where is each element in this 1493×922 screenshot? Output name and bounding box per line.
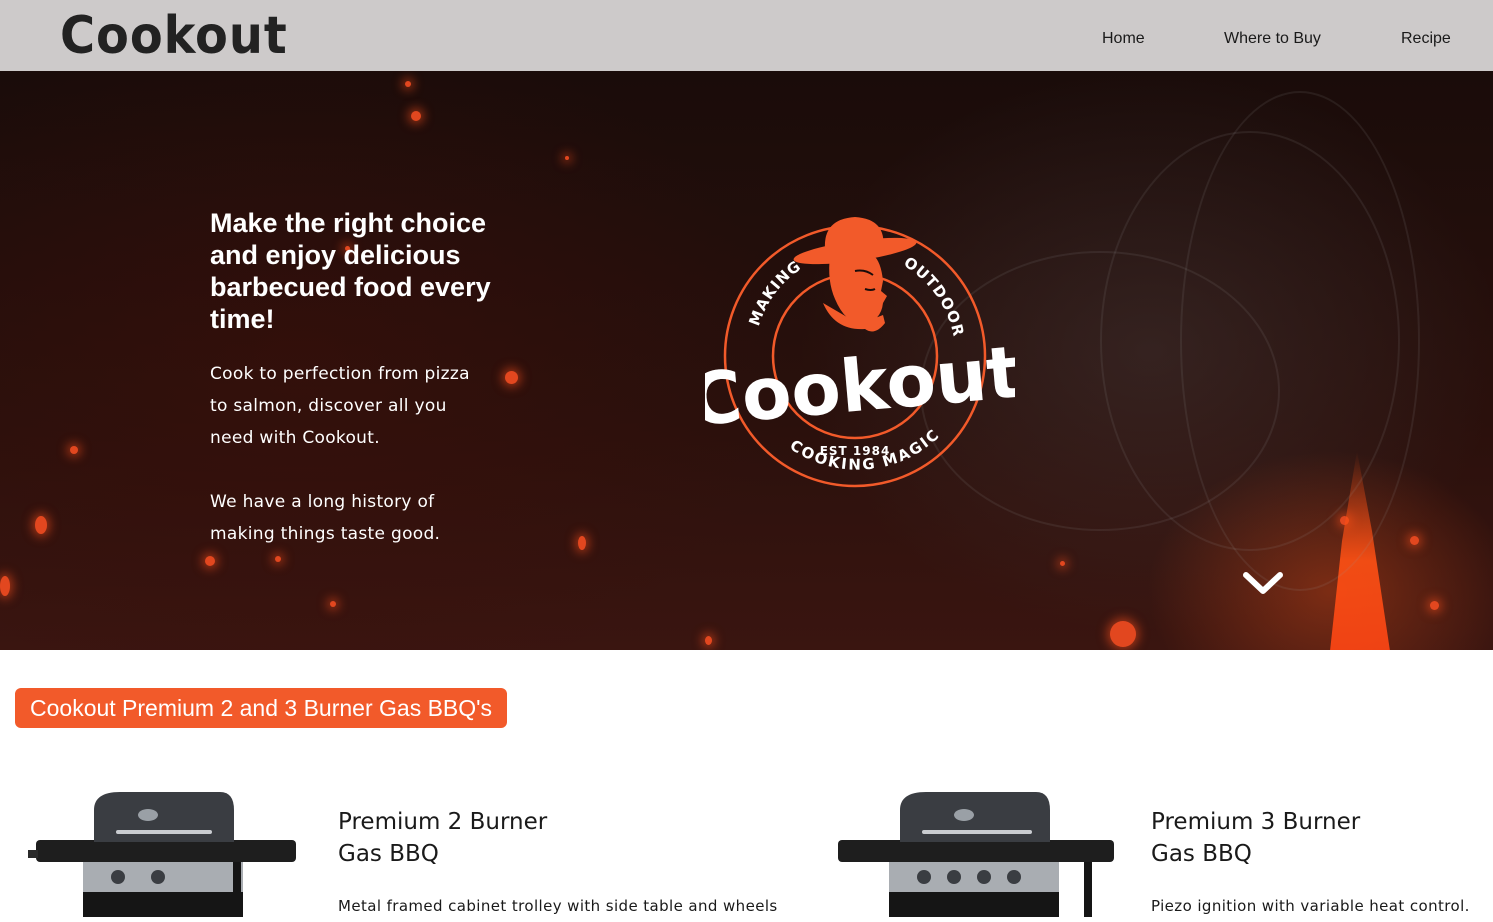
brand-logo[interactable]: Cookout [60, 4, 288, 68]
ember [405, 81, 411, 87]
emblem-arc-left: MAKING [745, 257, 804, 328]
ember [705, 636, 712, 645]
ember [35, 516, 47, 534]
nav-recipe[interactable]: Recipe [1401, 29, 1451, 49]
nav-where-to-buy[interactable]: Where to Buy [1224, 29, 1321, 49]
ember [578, 536, 586, 550]
hero-paragraph: Cook to perfection from pizza to salmon,… [210, 364, 470, 448]
product-description: Metal framed cabinet trolley with side t… [338, 897, 778, 915]
ember [70, 446, 78, 454]
product-title: Premium 2 Burner Gas BBQ [338, 806, 598, 870]
ember [411, 111, 421, 121]
emblem-graphic: MAKING OUTDOOR COOKING MAGIC Cookout EST… [686, 217, 1024, 488]
ember [275, 556, 281, 562]
ember [1410, 536, 1419, 545]
ember [1060, 561, 1065, 566]
cookout-emblem: MAKING OUTDOOR COOKING MAGIC Cookout EST… [686, 211, 1024, 511]
chevron-down-icon[interactable] [1240, 566, 1286, 600]
hero-banner: Make the right choice and enjoy deliciou… [0, 71, 1493, 650]
product-image-3-burner[interactable] [834, 790, 1114, 917]
emblem-est: EST 1984 [820, 444, 891, 458]
ember [205, 556, 215, 566]
ember [505, 371, 518, 384]
product-title-line: Gas BBQ [1151, 841, 1252, 867]
emblem-wordmark: Cookout [705, 330, 1015, 443]
section-badge: Cookout Premium 2 and 3 Burner Gas BBQ's [15, 688, 508, 728]
product-title-line: Premium 3 Burner [1151, 809, 1361, 835]
hero-paragraph: We have a long history of making things … [210, 492, 441, 544]
product-description: Piezo ignition with variable heat contro… [1151, 897, 1470, 915]
ember [1430, 601, 1439, 610]
ember [330, 601, 336, 607]
product-title-line: Premium 2 Burner [338, 809, 548, 835]
ember [0, 576, 10, 596]
nav-home[interactable]: Home [1102, 29, 1145, 49]
ember [1110, 621, 1136, 647]
product-title-line: Gas BBQ [338, 841, 439, 867]
product-title: Premium 3 Burner Gas BBQ [1151, 806, 1411, 870]
ember [565, 156, 569, 160]
hero-heading: Make the right choice and enjoy deliciou… [210, 208, 491, 334]
product-image-2-burner[interactable] [28, 790, 298, 917]
site-header: Cookout Home Where to Buy Recipe [0, 0, 1493, 71]
